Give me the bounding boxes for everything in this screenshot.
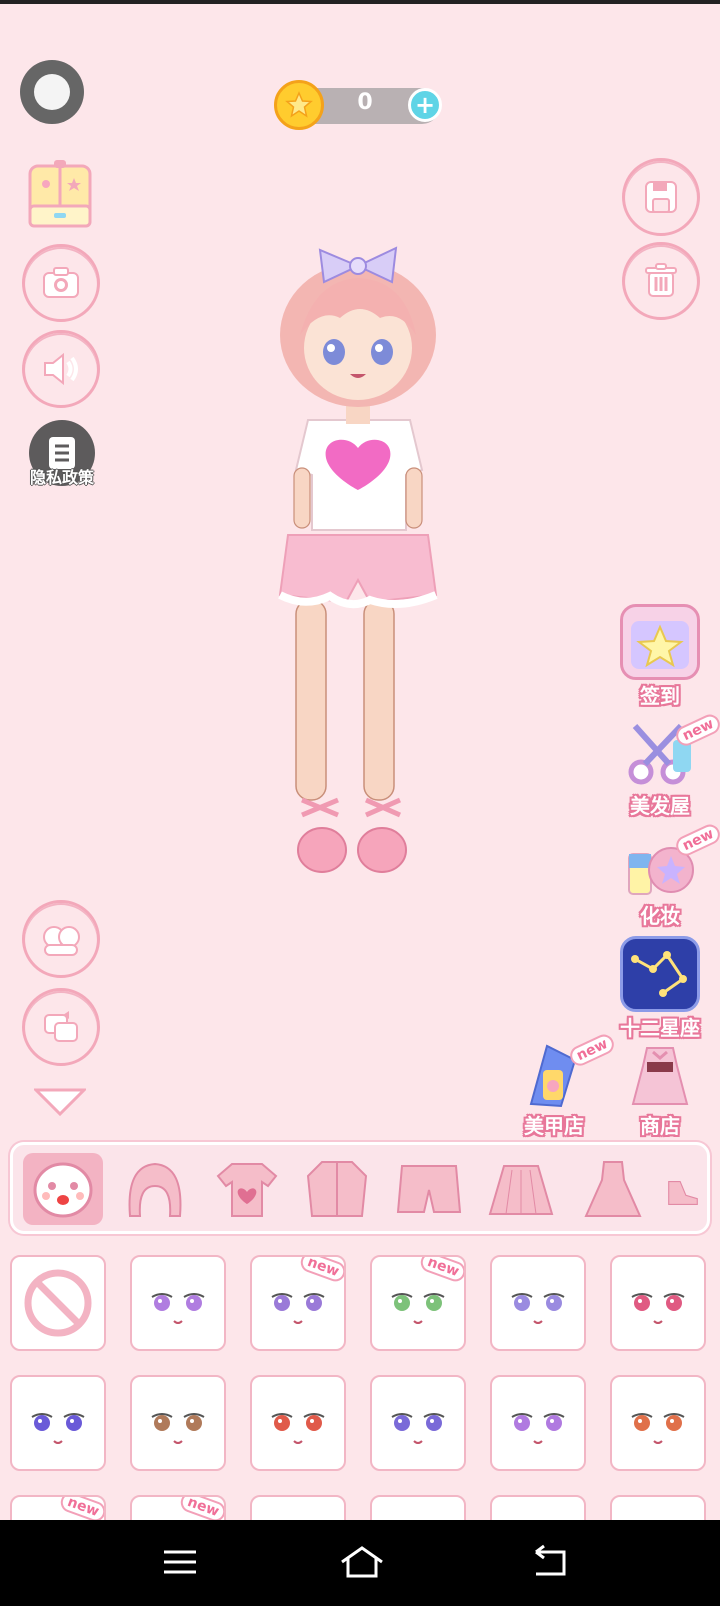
face-item[interactable]: new [250, 1255, 346, 1351]
face-item[interactable]: new [370, 1255, 466, 1351]
wardrobe-icon [28, 160, 92, 228]
floppy-disk-icon [645, 181, 677, 213]
back-button[interactable] [530, 1544, 570, 1580]
eyes-preview-icon [511, 1293, 565, 1324]
eyes-preview-icon [391, 1413, 445, 1444]
camera-icon [43, 267, 79, 298]
system-nav-bar [0, 1520, 720, 1606]
privacy-policy-label: 隐私政策 [29, 468, 94, 487]
none-item[interactable] [10, 1255, 106, 1351]
status-strip [0, 0, 720, 4]
face-icon [33, 1162, 93, 1218]
shoe-icon [668, 1181, 698, 1205]
tab-jacket[interactable] [297, 1153, 377, 1225]
tab-top[interactable] [207, 1153, 287, 1225]
makeup-palette-icon: new [623, 821, 720, 900]
face-item[interactable] [250, 1375, 346, 1471]
tab-skirt[interactable] [481, 1153, 561, 1225]
record-dot-icon [34, 74, 70, 110]
eyes-preview-icon [631, 1413, 685, 1444]
makeup-button[interactable]: new 化妆 [610, 821, 720, 929]
faces-button[interactable] [22, 900, 100, 978]
eyes-preview-icon [631, 1293, 685, 1324]
tab-hair[interactable] [115, 1153, 195, 1225]
save-button[interactable] [622, 158, 700, 236]
eyes-preview-icon [31, 1413, 85, 1444]
zodiac-label: 十二星座 [620, 1016, 700, 1040]
face-item[interactable] [610, 1255, 706, 1351]
back-icon [535, 1544, 566, 1576]
checkin-label: 签到 [640, 684, 680, 708]
eyes-preview-icon [151, 1293, 205, 1324]
dress-shop-icon [623, 1040, 697, 1110]
collapse-button[interactable] [32, 1088, 88, 1120]
add-coins-button[interactable]: + [408, 88, 442, 122]
tab-face[interactable] [23, 1153, 103, 1225]
menu-icon [164, 1550, 196, 1574]
scissors-icon: new [623, 711, 720, 790]
hair-salon-label: 美发屋 [630, 794, 690, 818]
face-item[interactable] [130, 1255, 226, 1351]
eyes-preview-icon [151, 1413, 205, 1444]
shop-button[interactable]: 商店 [610, 1040, 710, 1139]
camera-button[interactable] [22, 244, 100, 322]
menu-button[interactable] [160, 1544, 200, 1580]
zodiac-button[interactable]: 十二星座 [610, 936, 710, 1041]
calendar-icon [620, 604, 700, 680]
skirt-icon [488, 1165, 554, 1215]
shop-label: 商店 [640, 1114, 680, 1138]
jacket-icon [306, 1161, 368, 1217]
face-item[interactable] [490, 1255, 586, 1351]
sound-button[interactable] [22, 330, 100, 408]
eyes-preview-icon [271, 1413, 325, 1444]
face-item[interactable] [130, 1375, 226, 1471]
face-item[interactable] [10, 1375, 106, 1471]
makeup-label: 化妆 [640, 904, 680, 928]
hair-salon-button[interactable]: new 美发屋 [610, 711, 720, 819]
prohibited-icon [24, 1269, 92, 1337]
tab-dress[interactable] [573, 1153, 653, 1225]
constellation-icon [620, 936, 700, 1012]
delete-button[interactable] [622, 242, 700, 320]
privacy-policy-button[interactable]: 隐私政策 [22, 420, 102, 488]
tab-shorts[interactable] [389, 1153, 469, 1225]
checkin-button[interactable]: 签到 [610, 604, 710, 709]
character-doll [278, 246, 438, 873]
face-item[interactable] [490, 1375, 586, 1471]
speaker-icon [44, 352, 78, 386]
home-button[interactable] [338, 1544, 386, 1580]
eyes-preview-icon [511, 1413, 565, 1444]
swap-icon [44, 1011, 78, 1042]
shorts-icon [396, 1165, 462, 1213]
couple-icon [43, 926, 80, 956]
wardrobe-button[interactable] [24, 158, 96, 234]
nail-shop-label: 美甲店 [524, 1114, 584, 1138]
face-item[interactable] [370, 1375, 466, 1471]
home-icon [341, 1546, 383, 1578]
tshirt-icon [216, 1163, 278, 1217]
trash-icon [645, 263, 677, 297]
record-button[interactable] [20, 60, 84, 124]
dress-icon [584, 1161, 642, 1217]
nail-polish-icon: new [517, 1031, 618, 1110]
nail-shop-button[interactable]: new 美甲店 [504, 1031, 618, 1139]
triangle-down-icon [32, 1088, 88, 1117]
coin-icon [274, 80, 324, 130]
category-tab-bar [10, 1142, 710, 1234]
hair-icon [128, 1162, 182, 1217]
swap-button[interactable] [22, 988, 100, 1066]
face-item[interactable] [610, 1375, 706, 1471]
coin-count: 0 [357, 90, 373, 115]
tab-shoes[interactable] [663, 1153, 703, 1225]
